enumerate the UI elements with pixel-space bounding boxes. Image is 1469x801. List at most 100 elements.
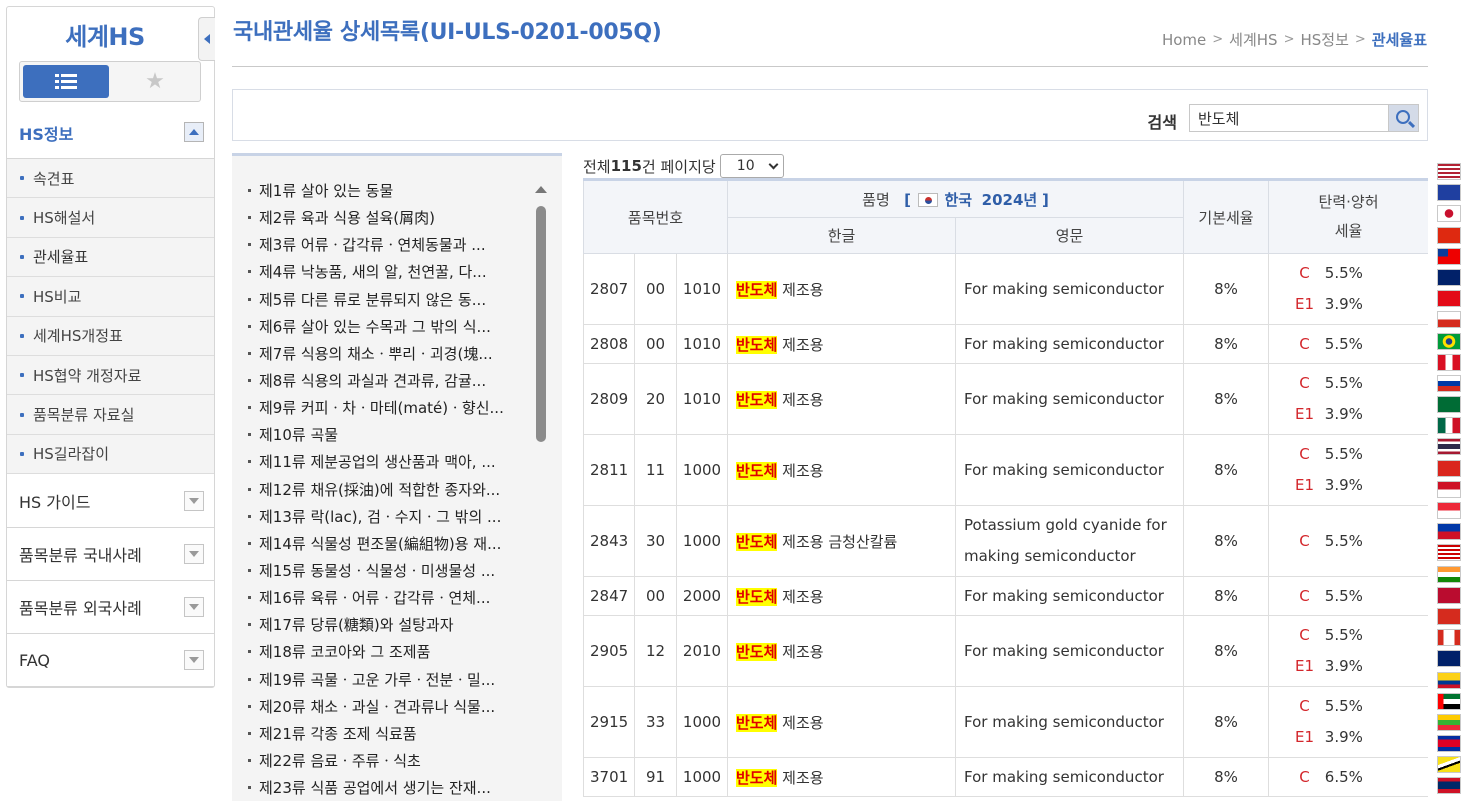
- search-input[interactable]: [1189, 104, 1389, 132]
- chapter-item[interactable]: 제9류 커피ㆍ차ㆍ마테(maté)ㆍ향신...: [248, 394, 534, 421]
- chapter-item[interactable]: 제17류 당류(糖類)와 설탕과자: [248, 611, 534, 638]
- sidebar-item-tariff-table[interactable]: 관세율표: [7, 237, 214, 278]
- korean-name-cell[interactable]: 반도체 제조용: [727, 757, 956, 797]
- laos-flag-icon[interactable]: [1437, 777, 1461, 795]
- table-row[interactable]: 2811 11 1000 반도체 제조용 For making semiconducto…: [583, 434, 1428, 506]
- scrollbar-thumb[interactable]: [536, 206, 546, 442]
- breadcrumb-hs-info[interactable]: HS정보: [1300, 29, 1348, 50]
- chapter-item[interactable]: 제20류 채소ㆍ과실ㆍ견과류나 식물...: [248, 693, 534, 720]
- russia-flag-icon[interactable]: [1437, 374, 1461, 392]
- chapter-item[interactable]: 제6류 살아 있는 수목과 그 밖의 식...: [248, 313, 534, 340]
- switzerland-flag-icon[interactable]: [1437, 607, 1461, 625]
- india-flag-icon[interactable]: [1437, 565, 1461, 583]
- china-flag-icon[interactable]: [1437, 226, 1461, 244]
- chapter-item[interactable]: 제19류 곡물ㆍ고운 가루ㆍ전분ㆍ밀...: [248, 666, 534, 693]
- chapter-item[interactable]: 제1류 살아 있는 동물: [248, 177, 534, 204]
- expand-button[interactable]: [184, 544, 204, 564]
- sidebar-accordion-faq[interactable]: FAQ: [7, 634, 214, 687]
- korean-name-cell[interactable]: 반도체 제조용: [727, 253, 956, 325]
- philippines-flag-icon[interactable]: [1437, 523, 1461, 541]
- brunei-flag-icon[interactable]: [1437, 756, 1461, 774]
- colombia-flag-icon[interactable]: [1437, 671, 1461, 689]
- chapter-item[interactable]: 제22류 음료ㆍ주류ㆍ식초: [248, 747, 534, 774]
- table-row[interactable]: 2905 12 2010 반도체 제조용 For making semiconducto…: [583, 615, 1428, 687]
- sidebar-item-hs-commentary[interactable]: HS해설서: [7, 198, 214, 238]
- brazil-flag-icon[interactable]: [1437, 332, 1461, 350]
- myanmar-flag-icon[interactable]: [1437, 713, 1461, 731]
- mexico-flag-icon[interactable]: [1437, 417, 1461, 435]
- chapter-item[interactable]: 제23류 식품 공업에서 생기는 잔재...: [248, 774, 534, 801]
- table-row[interactable]: 2843 30 1000 반도체 제조용 금청산칼륨 Potassium gold cy…: [583, 505, 1428, 577]
- sidebar-item-hs-compare[interactable]: HS비교: [7, 277, 214, 317]
- table-row[interactable]: 2847 00 2000 반도체 제조용 For making semiconducto…: [583, 576, 1428, 616]
- list-view-button[interactable]: [23, 65, 109, 98]
- chapter-item[interactable]: 제10류 곡물: [248, 421, 534, 448]
- sidebar-item-world-hs-revision[interactable]: 세계HS개정표: [7, 316, 214, 356]
- canada-flag-icon[interactable]: [1437, 629, 1461, 647]
- table-row[interactable]: 2809 20 1010 반도체 제조용 For making semiconducto…: [583, 363, 1428, 435]
- korean-name-cell[interactable]: 반도체 제조용: [727, 686, 956, 758]
- chapter-item[interactable]: 제4류 낙농품, 새의 알, 천연꿀, 다...: [248, 258, 534, 285]
- japan-flag-icon[interactable]: [1437, 205, 1461, 223]
- chapter-item[interactable]: 제8류 식용의 과실과 견과류, 감귤...: [248, 367, 534, 394]
- sidebar-accordion-hs-guide[interactable]: HS 가이드: [7, 475, 214, 528]
- korean-name-cell[interactable]: 반도체 제조용: [727, 363, 956, 435]
- uae-flag-icon[interactable]: [1437, 692, 1461, 710]
- new-zealand-flag-icon[interactable]: [1437, 650, 1461, 668]
- indonesia-flag-icon[interactable]: [1437, 480, 1461, 498]
- united-states-flag-icon[interactable]: [1437, 163, 1461, 180]
- sidebar-item-hs-guide-path[interactable]: HS길라잡이: [7, 434, 214, 475]
- table-row[interactable]: 2915 33 1000 반도체 제조용 For making semiconducto…: [583, 686, 1428, 758]
- expand-button[interactable]: [184, 491, 204, 511]
- sidebar-accordion-foreign-cases[interactable]: 품목분류 외국사례: [7, 581, 214, 634]
- korean-name-cell[interactable]: 반도체 제조용: [727, 324, 956, 364]
- table-row[interactable]: 2808 00 1010 반도체 제조용 For making semiconducto…: [583, 324, 1428, 364]
- chapter-item[interactable]: 제11류 제분공업의 생산품과 맥아, ...: [248, 448, 534, 475]
- collapse-section-button[interactable]: [184, 122, 204, 142]
- breadcrumb-home[interactable]: Home: [1162, 31, 1206, 49]
- singapore-flag-icon[interactable]: [1437, 502, 1461, 519]
- taiwan-flag-icon[interactable]: [1437, 247, 1461, 265]
- chapter-item[interactable]: 제13류 락(lac), 검ㆍ수지ㆍ그 밖의 ...: [248, 503, 534, 530]
- sidebar-collapse-button[interactable]: [198, 17, 215, 61]
- thailand-flag-icon[interactable]: [1437, 438, 1461, 456]
- expand-button[interactable]: [184, 650, 204, 670]
- sidebar-accordion-domestic-cases[interactable]: 품목분류 국내사례: [7, 528, 214, 581]
- chapter-item[interactable]: 제16류 육류ㆍ어류ㆍ갑각류ㆍ연체...: [248, 584, 534, 611]
- chapter-item[interactable]: 제21류 각종 조제 식료품: [248, 720, 534, 747]
- vietnam-flag-icon[interactable]: [1437, 459, 1461, 477]
- chapter-item[interactable]: 제15류 동물성ㆍ식물성ㆍ미생물성 ...: [248, 557, 534, 584]
- chapter-item[interactable]: 제3류 어류ㆍ갑각류ㆍ연체동물과 ...: [248, 231, 534, 258]
- korean-name-cell[interactable]: 반도체 제조용: [727, 434, 956, 506]
- chapter-item[interactable]: 제5류 다른 류로 분류되지 않은 동...: [248, 286, 534, 313]
- malaysia-flag-icon[interactable]: [1437, 544, 1461, 562]
- norway-flag-icon[interactable]: [1437, 586, 1461, 604]
- per-page-select[interactable]: 10: [719, 154, 784, 178]
- turkey-flag-icon[interactable]: [1437, 290, 1461, 308]
- chapter-item[interactable]: 제14류 식물성 편조물(編組物)용 재...: [248, 530, 534, 557]
- sidebar-item-quick-table[interactable]: 속견표: [7, 159, 214, 199]
- european-union-flag-icon[interactable]: [1437, 184, 1461, 202]
- cambodia-flag-icon[interactable]: [1437, 735, 1461, 753]
- table-row[interactable]: 3701 91 1000 반도체 제조용 For making semiconducto…: [583, 757, 1428, 797]
- chapter-item[interactable]: 제2류 육과 식용 설육(屑肉): [248, 204, 534, 231]
- korean-name-cell[interactable]: 반도체 제조용: [727, 615, 956, 687]
- australia-flag-icon[interactable]: [1437, 268, 1461, 286]
- sidebar-section-hs-info[interactable]: HS정보: [7, 107, 214, 159]
- chapter-item[interactable]: 제7류 식용의 채소ㆍ뿌리ㆍ괴경(塊...: [248, 340, 534, 367]
- chile-flag-icon[interactable]: [1437, 311, 1461, 329]
- breadcrumb-world-hs[interactable]: 세계HS: [1229, 29, 1277, 50]
- table-row[interactable]: 2807 00 1010 반도체 제조용 For making semiconducto…: [583, 253, 1428, 325]
- korean-name-cell[interactable]: 반도체 제조용: [727, 576, 956, 616]
- chapter-item[interactable]: 제12류 채유(採油)에 적합한 종자와...: [248, 476, 534, 503]
- search-button[interactable]: [1389, 104, 1419, 132]
- peru-flag-icon[interactable]: [1437, 353, 1461, 371]
- favorites-button[interactable]: ★: [112, 65, 198, 98]
- sidebar-item-hs-convention[interactable]: HS협약 개정자료: [7, 355, 214, 396]
- expand-button[interactable]: [184, 597, 204, 617]
- scroll-up-arrow[interactable]: [535, 186, 547, 193]
- korean-name-cell[interactable]: 반도체 제조용 금청산칼륨: [727, 505, 956, 577]
- saudi-arabia-flag-icon[interactable]: [1437, 396, 1461, 414]
- sidebar-item-classification-library[interactable]: 품목분류 자료실: [7, 395, 214, 435]
- chapter-item[interactable]: 제18류 코코아와 그 조제품: [248, 638, 534, 665]
